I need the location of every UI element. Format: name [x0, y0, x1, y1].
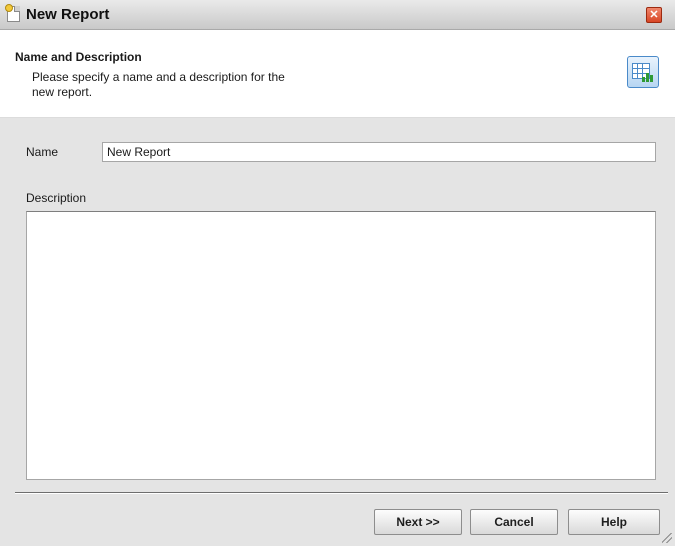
help-button[interactable]: Help — [568, 509, 660, 535]
cancel-button[interactable]: Cancel — [470, 509, 558, 535]
report-chart-icon — [627, 56, 659, 88]
bar-chart-icon-part — [642, 70, 654, 82]
button-separator — [15, 492, 668, 494]
description-textarea[interactable] — [26, 211, 656, 480]
window-title: New Report — [26, 6, 110, 23]
title-bar[interactable]: New Report ✕ — [0, 0, 675, 30]
wizard-header: Name and Description Please specify a na… — [0, 30, 675, 118]
resize-grip[interactable] — [662, 533, 672, 543]
name-input[interactable] — [102, 142, 656, 162]
step-description: Please specify a name and a description … — [32, 70, 285, 99]
new-document-icon — [5, 4, 20, 22]
new-report-dialog: New Report ✕ Name and Description Please… — [0, 0, 675, 546]
next-button[interactable]: Next >> — [374, 509, 462, 535]
close-button[interactable]: ✕ — [646, 7, 662, 23]
close-icon: ✕ — [649, 9, 659, 21]
name-label: Name — [26, 145, 59, 159]
description-label: Description — [26, 191, 87, 205]
step-title: Name and Description — [15, 50, 142, 64]
